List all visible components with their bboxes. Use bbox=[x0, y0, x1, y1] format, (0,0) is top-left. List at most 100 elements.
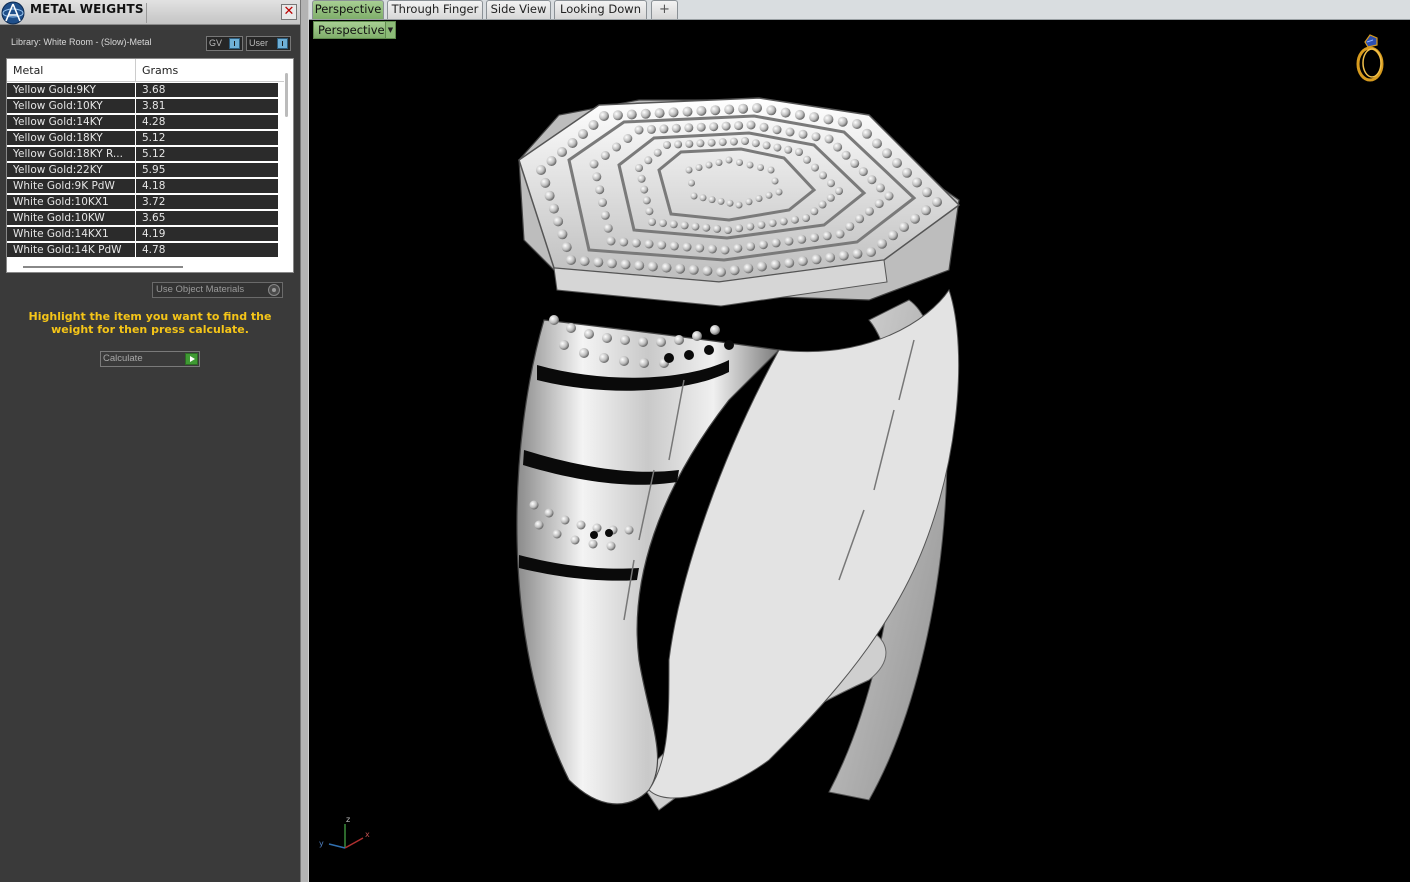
bead bbox=[646, 124, 656, 134]
table-row[interactable]: Yellow Gold:9KY 3.68 bbox=[7, 83, 278, 99]
tab-looking-down[interactable]: Looking Down bbox=[554, 0, 647, 19]
bead bbox=[619, 237, 629, 247]
metal-cell: White Gold:10KW bbox=[13, 212, 105, 224]
column-header-grams[interactable]: Grams bbox=[142, 64, 178, 77]
bead bbox=[557, 229, 568, 240]
column-divider[interactable] bbox=[135, 59, 136, 82]
matrix-logo-icon bbox=[1, 1, 25, 25]
cell-divider bbox=[135, 115, 136, 131]
bead bbox=[838, 250, 849, 261]
axis-label-x: x bbox=[365, 830, 370, 839]
bead bbox=[606, 258, 617, 269]
toggle-knob-icon bbox=[277, 38, 288, 49]
table-row[interactable]: Yellow Gold:18KY 5.12 bbox=[7, 131, 278, 147]
table-row[interactable]: Yellow Gold:10KY 3.81 bbox=[7, 99, 278, 115]
grams-cell: 4.28 bbox=[142, 116, 166, 128]
bead bbox=[671, 123, 681, 133]
table-row[interactable]: White Gold:14K PdW 4.78 bbox=[7, 243, 278, 259]
xyz-axis-icon: z x y bbox=[319, 815, 370, 849]
table-row[interactable]: White Gold:10KX1 3.72 bbox=[7, 195, 278, 211]
bead bbox=[566, 255, 576, 265]
metal-cell: Yellow Gold:22KY bbox=[13, 164, 103, 176]
bead bbox=[557, 147, 567, 157]
toggle-knob-icon bbox=[229, 38, 240, 49]
bead bbox=[822, 231, 832, 241]
bead bbox=[768, 219, 777, 228]
bead bbox=[757, 220, 766, 229]
bead bbox=[775, 188, 783, 196]
bead bbox=[654, 108, 665, 119]
bead bbox=[735, 201, 743, 209]
bead bbox=[579, 256, 590, 267]
bead bbox=[819, 171, 827, 180]
bead bbox=[735, 224, 744, 233]
gv-toggle[interactable]: GV bbox=[206, 36, 243, 51]
bead bbox=[802, 214, 810, 222]
axis-label-z: z bbox=[346, 815, 350, 824]
bead bbox=[771, 177, 779, 185]
bead bbox=[717, 197, 725, 205]
panel-splitter[interactable] bbox=[300, 0, 309, 882]
user-toggle[interactable]: User bbox=[246, 36, 291, 51]
bead bbox=[713, 224, 722, 233]
bead bbox=[767, 166, 775, 174]
column-header-metal[interactable]: Metal bbox=[13, 64, 43, 77]
tab-perspective[interactable]: Perspective bbox=[312, 0, 384, 19]
bead bbox=[729, 265, 740, 276]
close-button[interactable]: ✕ bbox=[281, 4, 297, 20]
bead bbox=[746, 241, 756, 251]
gold-ring-icon bbox=[1356, 34, 1384, 82]
bead bbox=[710, 105, 721, 116]
bead bbox=[784, 257, 795, 268]
bead bbox=[866, 247, 876, 257]
bead bbox=[593, 257, 604, 268]
tab-through-finger[interactable]: Through Finger bbox=[387, 0, 483, 19]
bead bbox=[640, 185, 649, 194]
bead bbox=[841, 150, 851, 160]
bead bbox=[837, 116, 848, 127]
bead bbox=[659, 124, 669, 134]
bead bbox=[647, 261, 658, 272]
bead bbox=[864, 206, 874, 216]
bead bbox=[794, 109, 805, 120]
bead bbox=[745, 198, 753, 206]
bead bbox=[811, 132, 821, 142]
panel-title-bar: METAL WEIGHTS ✕ bbox=[0, 0, 300, 25]
bead bbox=[715, 159, 723, 166]
title-separator bbox=[146, 3, 147, 23]
table-row[interactable]: White Gold:14KX1 4.19 bbox=[7, 227, 278, 243]
bead bbox=[757, 164, 764, 171]
bead bbox=[644, 156, 653, 165]
tab-side-view[interactable]: Side View bbox=[486, 0, 551, 19]
calculate-button[interactable]: Calculate bbox=[100, 351, 200, 367]
bead bbox=[803, 155, 811, 164]
table-row[interactable]: Yellow Gold:14KY 4.28 bbox=[7, 115, 278, 131]
3d-viewport[interactable]: Perspective ▼ z x y bbox=[309, 20, 1410, 882]
use-object-materials-checkbox[interactable]: Use Object Materials bbox=[152, 282, 283, 298]
bead bbox=[758, 240, 768, 250]
table-vertical-scrollbar[interactable] bbox=[285, 73, 288, 117]
bead bbox=[797, 256, 808, 267]
ring-model[interactable] bbox=[309, 20, 1410, 882]
bead bbox=[818, 200, 827, 209]
bead bbox=[784, 236, 794, 246]
table-horizontal-scrollbar[interactable] bbox=[23, 266, 183, 268]
use-object-materials-label: Use Object Materials bbox=[156, 284, 245, 295]
table-row[interactable]: White Gold:9K PdW 4.18 bbox=[7, 179, 278, 195]
bead bbox=[695, 243, 705, 253]
bead bbox=[875, 183, 885, 193]
bead bbox=[797, 234, 807, 244]
table-row[interactable]: White Gold:10KW 3.65 bbox=[7, 211, 278, 227]
metal-weights-table: Metal Grams Yellow Gold:9KY 3.68 Yellow G… bbox=[6, 58, 294, 273]
bead bbox=[648, 218, 656, 226]
bead bbox=[738, 103, 749, 114]
bead bbox=[811, 254, 822, 265]
app-window: METAL WEIGHTS ✕ Library: White Room - (S… bbox=[0, 0, 1410, 882]
bead bbox=[669, 241, 679, 251]
table-row[interactable]: Yellow Gold:22KY 5.95 bbox=[7, 163, 278, 179]
library-label: Library: White Room - (Slow)-Metal bbox=[11, 37, 152, 47]
table-row[interactable]: Yellow Gold:18KY R... 5.12 bbox=[7, 147, 278, 163]
bead bbox=[733, 243, 743, 253]
play-icon bbox=[185, 353, 198, 365]
add-tab-button[interactable]: + bbox=[651, 0, 678, 19]
